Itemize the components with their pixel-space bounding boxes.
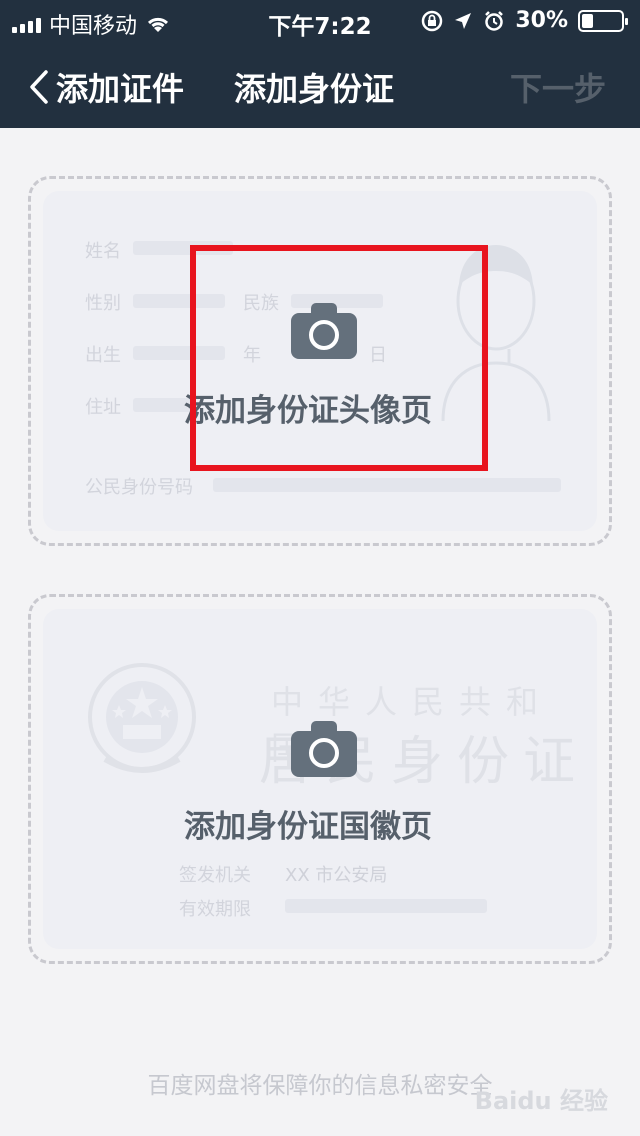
status-bar: 中国移动 下午7:22 30% (0, 0, 640, 40)
alarm-icon (485, 10, 504, 31)
status-right: 30% (421, 8, 628, 33)
national-emblem-icon (88, 663, 196, 773)
nav-bar: 添加证件 添加身份证 下一步 (0, 40, 640, 128)
validity-label: 有效期限 (179, 899, 251, 920)
back-button-label: 添加证件 (56, 70, 185, 108)
highlight-box (190, 245, 488, 471)
page-title: 添加身份证 (234, 70, 395, 108)
field-gender-label: 性别 (85, 293, 121, 314)
next-step-button[interactable]: 下一步 (510, 64, 606, 110)
issuer-value: XX 市公安局 (285, 865, 388, 886)
field-address-label: 住址 (85, 397, 121, 418)
back-button[interactable]: 添加证件 (28, 64, 184, 110)
field-name-label: 姓名 (85, 241, 121, 262)
validity-placeholder (285, 899, 487, 913)
camera-icon (291, 721, 357, 777)
issuer-label: 签发机关 (179, 865, 251, 886)
rotation-lock-icon (422, 10, 443, 31)
id-back-upload-card[interactable]: 中华人民共和国 居民身份证 添加身份证国徽页 签发机关 XX 市公安局 有效期限 (28, 594, 612, 964)
location-icon (455, 12, 472, 29)
field-birth-label: 出生 (85, 345, 121, 366)
id-back-card-preview: 中华人民共和国 居民身份证 添加身份证国徽页 签发机关 XX 市公安局 有效期限 (43, 609, 597, 949)
battery-percent: 30% (515, 8, 568, 33)
chevron-left-icon (30, 70, 48, 104)
baidu-watermark-logo: Baidu 经验 (474, 1087, 608, 1115)
field-id-number-label: 公民身份号码 (85, 477, 193, 498)
add-back-label: 添加身份证国徽页 (184, 809, 432, 845)
battery-icon (578, 9, 628, 32)
field-id-number-placeholder (213, 478, 561, 492)
top-bar: 中国移动 下午7:22 30% 添加证件 添加身份证 下一步 (0, 0, 640, 128)
